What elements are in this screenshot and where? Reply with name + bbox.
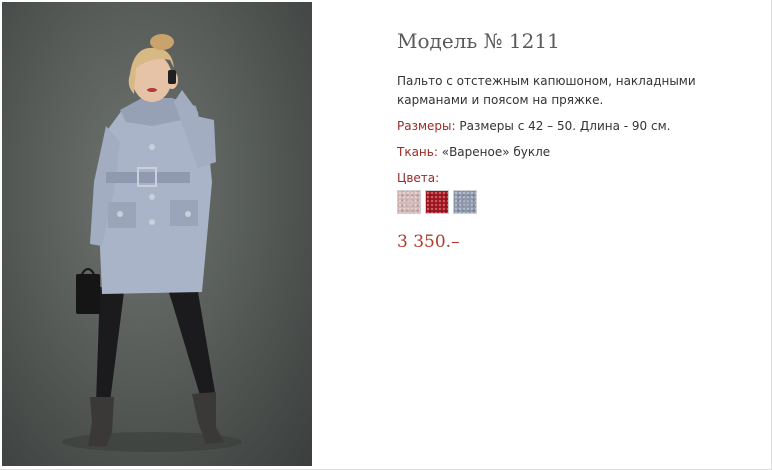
fabric-row: Ткань: «Вареное» букле [397, 143, 767, 162]
color-swatches [397, 190, 767, 214]
sizes-row: Размеры: Размеры с 42 – 50. Длина - 90 с… [397, 117, 767, 136]
color-swatch-red[interactable] [425, 190, 449, 214]
colors-label: Цвета: [397, 171, 440, 185]
color-swatch-grey-blue[interactable] [453, 190, 477, 214]
product-description: Пальто с отстежным капюшоном, накладными… [397, 74, 696, 107]
fabric-label: Ткань: [397, 145, 438, 159]
sizes-label: Размеры: [397, 119, 456, 133]
model-illustration [62, 34, 242, 452]
product-card: Модель № 1211 Пальто с отстежным капюшон… [0, 0, 772, 470]
product-price: 3 350.– [397, 232, 460, 252]
product-title: Модель № 1211 [397, 29, 560, 53]
sizes-value: Размеры с 42 – 50. Длина - 90 см. [459, 119, 671, 133]
color-swatch-pink[interactable] [397, 190, 421, 214]
product-info: Модель № 1211 Пальто с отстежным капюшон… [397, 28, 767, 252]
product-photo[interactable] [2, 2, 312, 466]
fabric-value: «Вареное» букле [441, 145, 551, 159]
